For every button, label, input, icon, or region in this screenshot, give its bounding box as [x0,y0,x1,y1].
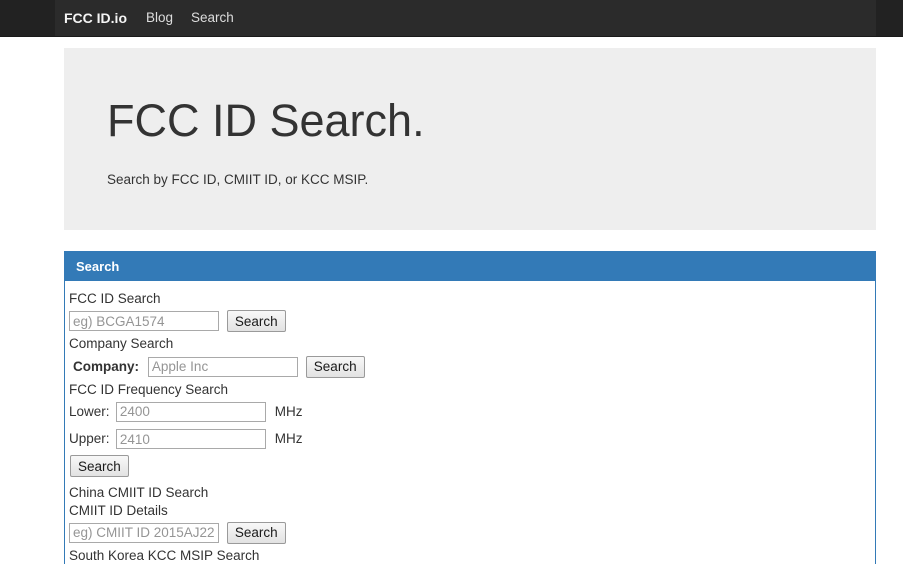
frequency-lower-row: Lower: MHz [67,400,875,423]
cmiit-details-label: CMIIT ID Details [69,503,168,519]
frequency-upper-input[interactable] [115,429,266,450]
fcc-id-search-button[interactable]: Search [226,310,286,333]
cmiit-id-input[interactable] [69,522,219,543]
nav-link-blog[interactable]: Blog [146,0,173,36]
fcc-id-search-row: Search [67,309,875,333]
frequency-upper-unit: MHz [274,431,303,447]
company-field-label: Company: [73,358,140,374]
company-search-label: Company Search [69,336,174,352]
top-navbar: FCC ID.io Blog Search [0,0,903,37]
panel-body: FCC ID Search Search Company Search Comp… [65,281,875,563]
navbar-left-edge [0,0,55,36]
frequency-upper-label: Upper: [69,431,110,447]
frequency-search-label: FCC ID Frequency Search [69,381,229,397]
frequency-lower-input[interactable] [115,401,266,422]
frequency-search-button[interactable]: Search [70,455,129,478]
kcc-msip-search-label: South Korea KCC MSIP Search [69,547,260,563]
frequency-lower-label: Lower: [69,403,110,419]
search-panel: Search FCC ID Search Search Company Sear… [64,251,876,564]
frequency-search-button-row: Search [67,454,875,478]
page-subtitle: Search by FCC ID, CMIIT ID, or KCC MSIP. [107,172,369,187]
nav-link-search[interactable]: Search [191,0,234,36]
company-search-button[interactable]: Search [305,355,365,378]
company-input[interactable] [147,356,298,377]
navbar-right-edge [876,0,903,36]
page-title: FCC ID Search. [107,95,425,146]
panel-heading: Search [65,252,875,281]
cmiit-search-button[interactable]: Search [226,521,286,544]
fcc-id-search-label: FCC ID Search [69,291,161,306]
company-search-row: Company: Search [67,354,875,378]
cmiit-search-row: Search [67,520,875,544]
hero-jumbotron: FCC ID Search. Search by FCC ID, CMIIT I… [64,48,876,230]
fcc-id-input[interactable] [69,311,219,332]
navbar-brand[interactable]: FCC ID.io [64,0,127,36]
frequency-lower-unit: MHz [274,403,303,419]
frequency-upper-row: Upper: MHz [67,427,875,450]
cmiit-search-label: China CMIIT ID Search [69,485,209,501]
